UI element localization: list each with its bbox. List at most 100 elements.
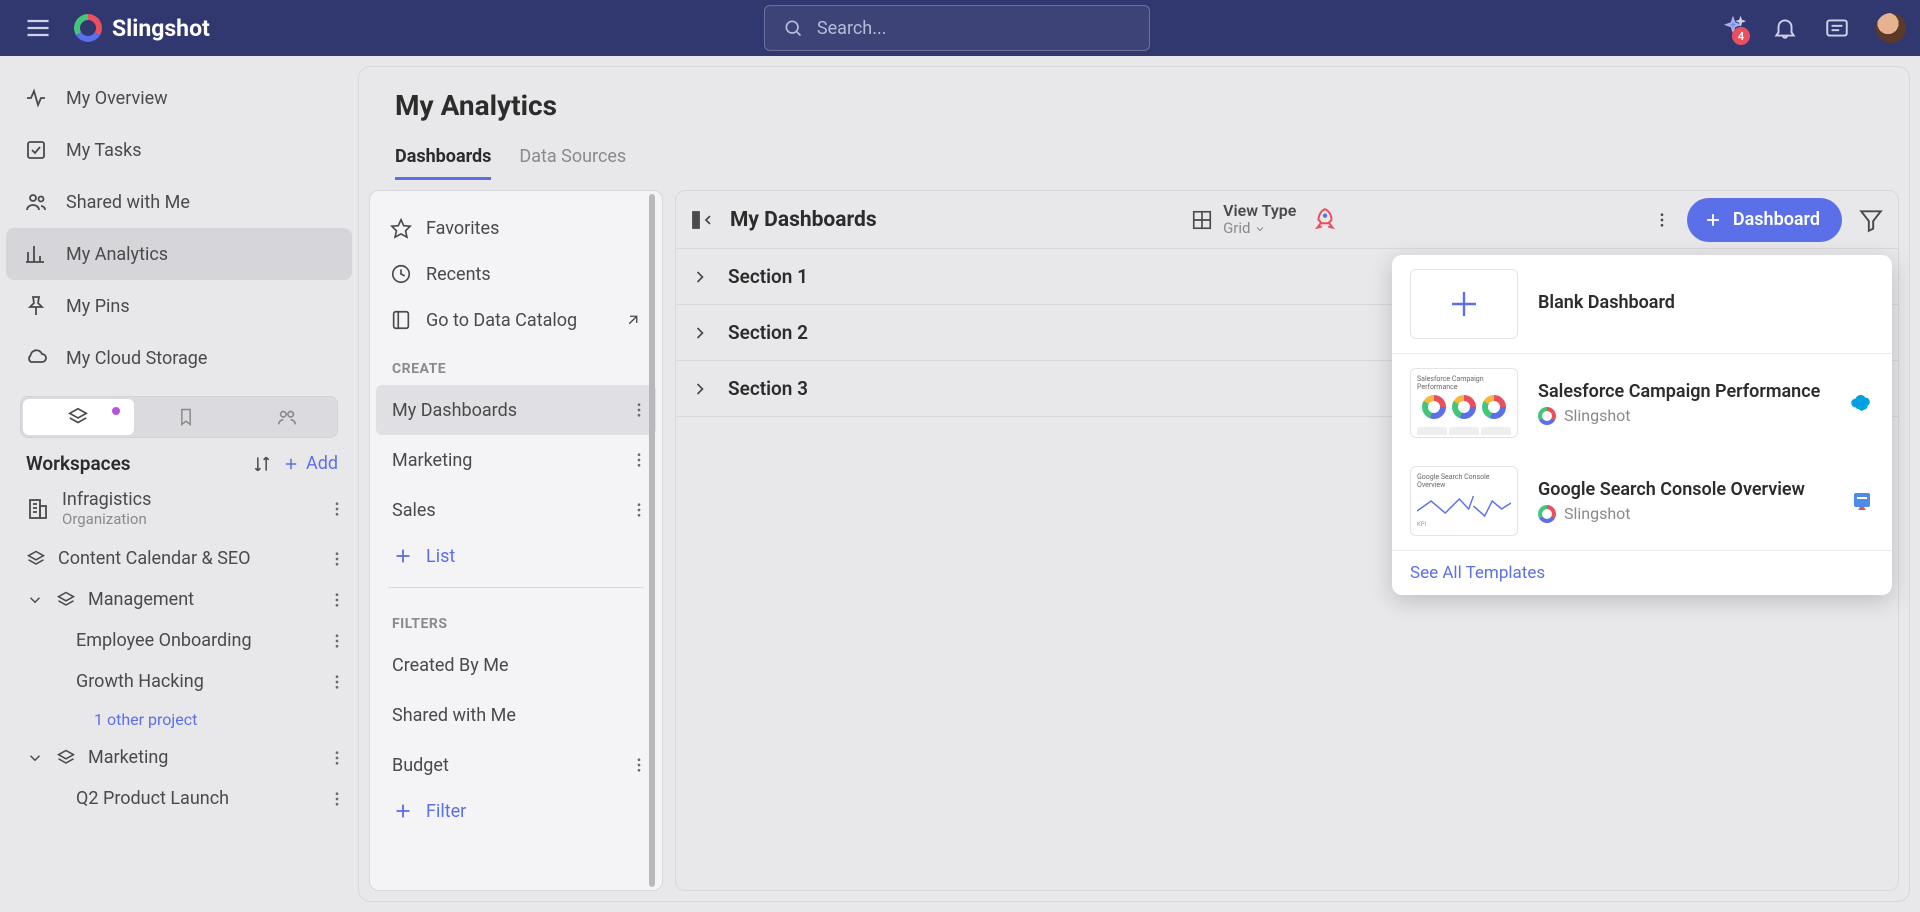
popup-item-sub: Slingshot xyxy=(1538,504,1830,523)
panel-filter-shared-with-me[interactable]: Shared with Me xyxy=(376,690,656,740)
section-label: Section 2 xyxy=(728,321,808,344)
ws-child-name: Employee Onboarding xyxy=(76,630,316,651)
chevron-right-icon xyxy=(690,323,710,343)
popup-thumb-google: Google Search Console Overview KPI xyxy=(1410,466,1518,536)
brand[interactable]: Slingshot xyxy=(74,14,210,42)
chevron-right-icon xyxy=(690,379,710,399)
more-vertical-icon[interactable] xyxy=(328,550,346,568)
activity-icon xyxy=(24,86,48,110)
popup-blank-dashboard[interactable]: Blank Dashboard xyxy=(1392,255,1892,353)
filter-icon[interactable] xyxy=(1858,207,1884,233)
more-vertical-icon[interactable] xyxy=(630,756,648,774)
panel-recents[interactable]: Recents xyxy=(376,251,656,297)
notification-badge: 4 xyxy=(1732,27,1750,45)
more-vertical-icon[interactable] xyxy=(630,501,648,519)
panel-my-dashboards[interactable]: My Dashboards xyxy=(376,385,656,435)
tab-dashboards[interactable]: Dashboards xyxy=(395,146,491,180)
sort-icon[interactable] xyxy=(252,454,272,474)
more-vertical-icon[interactable] xyxy=(630,401,648,419)
nav-label: My Tasks xyxy=(66,140,142,161)
panel-row-label: Sales xyxy=(392,500,436,521)
external-link-icon xyxy=(624,311,642,329)
popup-template-salesforce[interactable]: Salesforce Campaign Performance Salesfor… xyxy=(1392,354,1892,452)
popup-template-google-search[interactable]: Google Search Console Overview KPI Googl… xyxy=(1392,452,1892,550)
global-search[interactable] xyxy=(764,5,1150,51)
plus-icon xyxy=(282,455,300,473)
ws-content-calendar[interactable]: Content Calendar & SEO xyxy=(6,538,352,579)
grid-icon xyxy=(1191,209,1213,231)
new-dashboard-button[interactable]: Dashboard xyxy=(1687,198,1842,242)
panel-add-filter[interactable]: Filter xyxy=(376,790,656,832)
panel-row-label: Budget xyxy=(392,755,449,776)
page-tabs: Dashboards Data Sources xyxy=(395,146,1873,180)
view-type-selector[interactable]: View Type Grid xyxy=(1191,203,1296,237)
panel-add-label: Filter xyxy=(426,801,466,822)
bell-icon[interactable] xyxy=(1772,15,1798,41)
panel-sales[interactable]: Sales xyxy=(376,485,656,535)
nav-my-pins[interactable]: My Pins xyxy=(6,280,352,332)
panel-scrollbar[interactable] xyxy=(649,194,655,887)
brand-logo-icon xyxy=(74,14,102,42)
new-dashboard-label: Dashboard xyxy=(1733,209,1820,230)
ws-q2-product-launch[interactable]: Q2 Product Launch xyxy=(6,778,352,819)
catalog-icon xyxy=(390,309,412,331)
dashboard-header: My Dashboards View Type Grid xyxy=(676,191,1898,249)
popup-see-all-templates[interactable]: See All Templates xyxy=(1392,550,1892,595)
sidebar-tab-bookmark[interactable] xyxy=(136,397,237,437)
more-vertical-icon[interactable] xyxy=(328,500,346,518)
sidebar-tab-layers[interactable] xyxy=(23,399,134,435)
panel-favorites[interactable]: Favorites xyxy=(376,205,656,251)
nav-my-overview[interactable]: My Overview xyxy=(6,72,352,124)
more-vertical-icon[interactable] xyxy=(328,749,346,767)
chevron-down-icon[interactable] xyxy=(26,591,44,609)
more-vertical-icon[interactable] xyxy=(328,790,346,808)
nav-my-analytics[interactable]: My Analytics xyxy=(6,228,352,280)
rocket-icon[interactable] xyxy=(1312,207,1338,233)
more-vertical-icon[interactable] xyxy=(328,591,346,609)
layers-icon xyxy=(67,406,89,428)
hamburger-menu-icon[interactable] xyxy=(24,14,52,42)
dashboard-title: My Dashboards xyxy=(730,208,877,232)
panel-filter-budget[interactable]: Budget xyxy=(376,740,656,790)
collapse-panel-icon[interactable] xyxy=(690,208,714,232)
panel-marketing[interactable]: Marketing xyxy=(376,435,656,485)
ws-employee-onboarding[interactable]: Employee Onboarding xyxy=(6,620,352,661)
ws-management[interactable]: Management xyxy=(6,579,352,620)
tab-data-sources[interactable]: Data Sources xyxy=(519,146,626,180)
view-type-label: View Type xyxy=(1223,203,1296,219)
building-icon xyxy=(26,497,50,521)
more-vertical-icon[interactable] xyxy=(630,451,648,469)
more-vertical-icon[interactable] xyxy=(1653,211,1671,229)
panel-row-label: Marketing xyxy=(392,450,472,471)
panel-add-label: List xyxy=(426,546,455,567)
search-input[interactable] xyxy=(817,18,1131,39)
star-icon xyxy=(390,217,412,239)
ws-marketing[interactable]: Marketing xyxy=(6,737,352,778)
panel-row-label: Shared with Me xyxy=(392,705,516,726)
sidebar-tab-dot xyxy=(112,407,120,415)
sparkle-icon[interactable]: 4 xyxy=(1720,15,1746,41)
nav-my-tasks[interactable]: My Tasks xyxy=(6,124,352,176)
nav-label: My Overview xyxy=(66,88,168,109)
nav-label: Shared with Me xyxy=(66,192,190,213)
nav-my-cloud-storage[interactable]: My Cloud Storage xyxy=(6,332,352,384)
panel-data-catalog[interactable]: Go to Data Catalog xyxy=(376,297,656,343)
chevron-down-icon[interactable] xyxy=(26,749,44,767)
ws-growth-hacking[interactable]: Growth Hacking xyxy=(6,661,352,702)
nav-label: My Cloud Storage xyxy=(66,348,207,369)
more-vertical-icon[interactable] xyxy=(328,673,346,691)
add-workspace-button[interactable]: Add xyxy=(282,453,338,474)
panel-filter-created-by-me[interactable]: Created By Me xyxy=(376,640,656,690)
chat-icon[interactable] xyxy=(1824,15,1850,41)
nav-shared-with-me[interactable]: Shared with Me xyxy=(6,176,352,228)
more-vertical-icon[interactable] xyxy=(328,632,346,650)
ws-other-projects-link[interactable]: 1 other project xyxy=(6,702,352,737)
ws-infragistics[interactable]: Infragistics Organization xyxy=(6,479,352,538)
dashboard-area: My Dashboards View Type Grid xyxy=(675,190,1899,891)
user-avatar[interactable] xyxy=(1876,13,1906,43)
nav-label: My Analytics xyxy=(66,244,168,265)
people-icon xyxy=(276,406,298,428)
sidebar-tab-people[interactable] xyxy=(236,397,337,437)
sidebar: My Overview My Tasks Shared with Me My A… xyxy=(0,56,358,912)
panel-add-list[interactable]: List xyxy=(376,535,656,577)
